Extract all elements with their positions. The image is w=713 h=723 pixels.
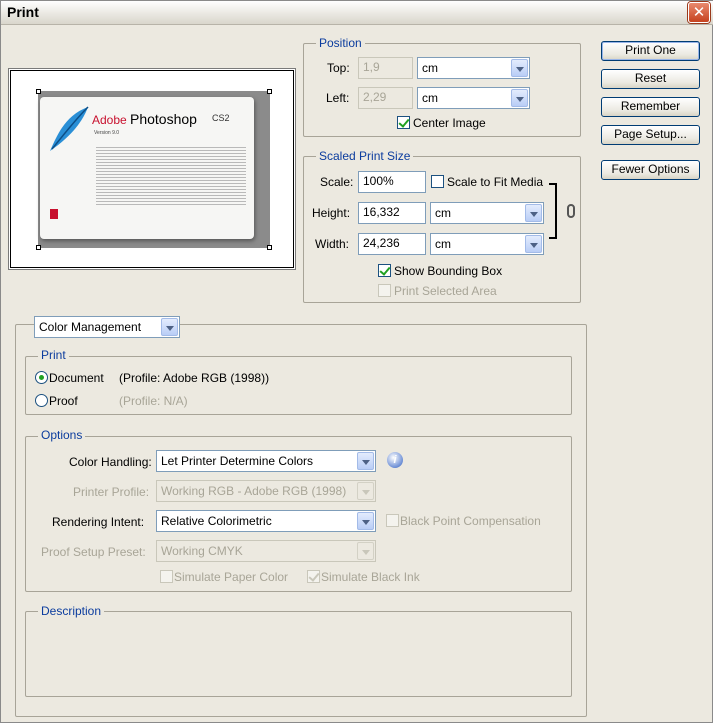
proof-label[interactable]: Proof (49, 394, 78, 408)
black-point-compensation-checkbox[interactable] (386, 514, 399, 527)
height-label: Height: (312, 206, 351, 220)
left-input[interactable]: 2,29 (358, 87, 413, 109)
height-unit-select[interactable]: cm (430, 202, 544, 224)
print-selected-area-checkbox[interactable] (378, 284, 391, 297)
document-profile: (Profile: Adobe RGB (1998)) (119, 371, 270, 385)
scale-to-fit-label[interactable]: Scale to Fit Media (447, 175, 543, 189)
edition-text: CS2 (212, 113, 230, 123)
chevron-down-icon (511, 59, 528, 77)
remember-button[interactable]: Remember (601, 97, 700, 117)
close-icon[interactable]: ✕ (688, 2, 710, 23)
left-unit-select[interactable]: cm (417, 87, 530, 109)
constrain-bracket (549, 183, 557, 239)
scaled-print-size-legend: Scaled Print Size (316, 149, 414, 163)
top-input[interactable]: 1,9 (358, 57, 413, 79)
print-preview: Adobe Photoshop CS2 Version 9.0 (10, 70, 294, 268)
bounding-handle-bl[interactable] (36, 245, 41, 250)
rendering-intent-label: Rendering Intent: (52, 515, 145, 529)
top-unit-select[interactable]: cm (417, 57, 530, 79)
document-label[interactable]: Document (49, 371, 104, 385)
description-group (25, 611, 572, 697)
print-dialog: Print ✕ Adobe Photoshop CS2 Version 9.0 (0, 0, 713, 723)
rendering-intent-select[interactable]: Relative Colorimetric (156, 510, 376, 532)
description-legend: Description (38, 604, 105, 618)
print-source-legend: Print (38, 348, 69, 362)
chevron-down-icon (357, 482, 374, 500)
brand-text: Adobe (92, 113, 127, 127)
simulate-black-ink-checkbox[interactable] (307, 570, 320, 583)
info-icon[interactable]: i (387, 452, 403, 468)
options-legend: Options (38, 428, 86, 442)
legal-text-block (96, 145, 246, 205)
simulate-paper-color-checkbox[interactable] (160, 570, 173, 583)
print-selected-area-label[interactable]: Print Selected Area (394, 284, 497, 298)
center-image-label[interactable]: Center Image (413, 116, 486, 130)
height-input[interactable]: 16,332 (358, 202, 426, 224)
splash-screen: Adobe Photoshop CS2 Version 9.0 (40, 97, 254, 239)
print-source-group (25, 356, 572, 415)
chevron-down-icon (525, 235, 542, 253)
scale-label: Scale: (320, 175, 354, 189)
chevron-down-icon (525, 204, 542, 222)
window-title: Print (7, 4, 39, 20)
bounding-handle-br[interactable] (267, 245, 272, 250)
printer-profile-label: Printer Profile: (73, 485, 150, 499)
scale-input[interactable]: 100% (358, 171, 426, 193)
reset-button[interactable]: Reset (601, 69, 700, 89)
adobe-logo (50, 209, 58, 219)
dialog-body: Adobe Photoshop CS2 Version 9.0 Position… (5, 27, 710, 720)
width-label: Width: (315, 237, 350, 251)
fewer-options-button[interactable]: Fewer Options (601, 160, 700, 180)
chevron-down-icon (357, 542, 374, 560)
position-legend: Position (316, 36, 365, 50)
top-label: Top: (327, 61, 350, 75)
color-handling-select[interactable]: Let Printer Determine Colors (156, 450, 376, 472)
center-image-checkbox[interactable] (397, 116, 410, 129)
proof-radio[interactable] (35, 394, 48, 407)
simulate-paper-color-label[interactable]: Simulate Paper Color (174, 570, 288, 584)
color-handling-label: Color Handling: (69, 455, 152, 469)
proof-profile: (Profile: N/A) (119, 394, 188, 408)
version-text: Version 9.0 (94, 130, 120, 136)
proof-setup-preset-select[interactable]: Working CMYK (156, 540, 376, 562)
bounding-handle-tl[interactable] (36, 89, 41, 94)
width-input[interactable]: 24,236 (358, 233, 426, 255)
feather-icon (50, 106, 89, 151)
show-bounding-box-checkbox[interactable] (378, 264, 391, 277)
width-unit-select[interactable]: cm (430, 233, 544, 255)
simulate-black-ink-label[interactable]: Simulate Black Ink (321, 570, 420, 584)
preview-image[interactable]: Adobe Photoshop CS2 Version 9.0 (38, 91, 270, 248)
chevron-down-icon (511, 89, 528, 107)
chevron-down-icon (357, 512, 374, 530)
product-text: Photoshop (130, 111, 197, 127)
print-one-button[interactable]: Print One (601, 41, 700, 61)
link-icon[interactable] (567, 204, 575, 218)
page-setup-button[interactable]: Page Setup... (601, 125, 700, 145)
bounding-handle-tr[interactable] (267, 89, 272, 94)
chevron-down-icon (357, 452, 374, 470)
black-point-compensation-label[interactable]: Black Point Compensation (400, 514, 541, 528)
title-bar: Print ✕ (1, 1, 713, 25)
output-mode-select[interactable]: Color Management (34, 316, 180, 338)
printer-profile-select[interactable]: Working RGB - Adobe RGB (1998) (156, 480, 376, 502)
document-radio[interactable] (35, 371, 48, 384)
left-label: Left: (326, 91, 350, 105)
proof-setup-preset-label: Proof Setup Preset: (41, 545, 146, 559)
show-bounding-box-label[interactable]: Show Bounding Box (394, 264, 502, 278)
chevron-down-icon (161, 318, 178, 336)
scale-to-fit-checkbox[interactable] (431, 175, 444, 188)
